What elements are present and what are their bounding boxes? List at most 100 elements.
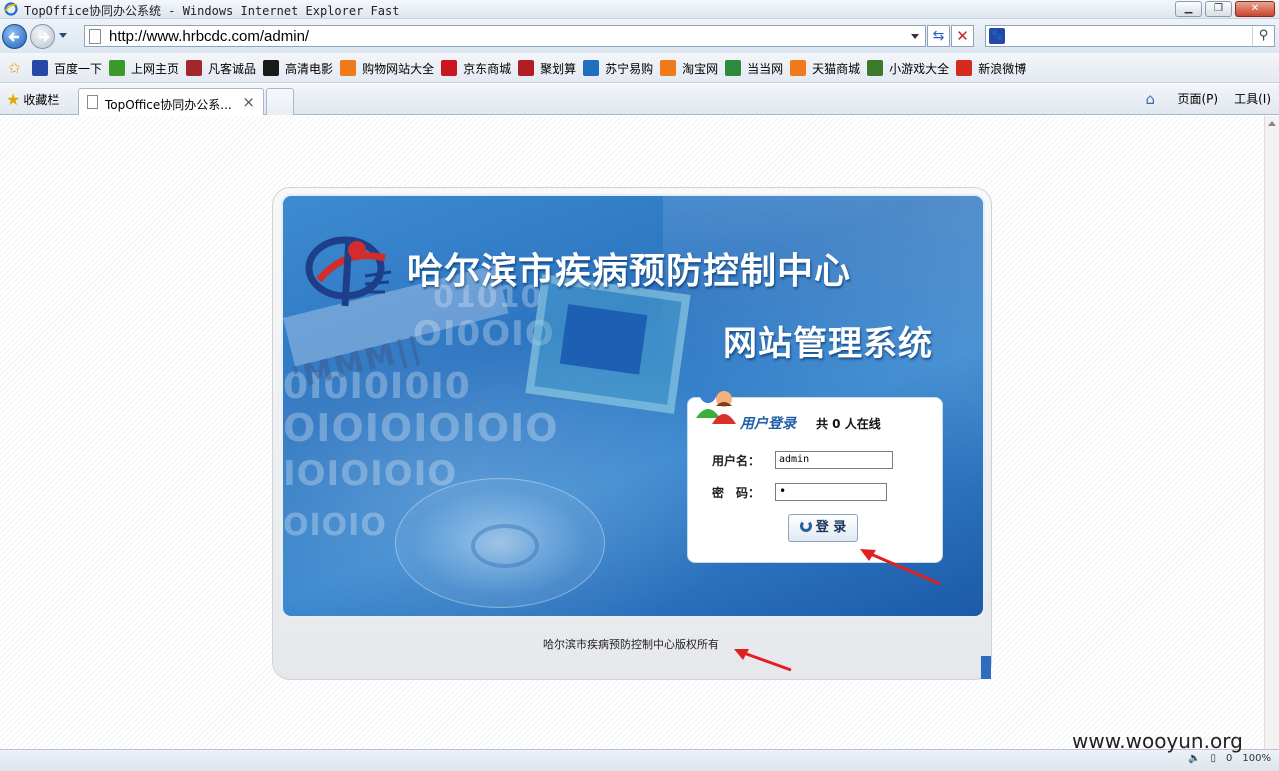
binary-decoration: IOIOIOIO — [283, 454, 458, 494]
watermark-text: www.wooyun.org — [1072, 729, 1243, 753]
close-tab-icon[interactable]: × — [242, 93, 255, 111]
tab-topoffice[interactable]: TopOffice协同办公系... × — [78, 88, 264, 115]
binary-decoration: OIOIOIOIOIO — [283, 406, 559, 450]
tools-menu[interactable]: 工具(I) — [1234, 90, 1271, 107]
favorites-links: ✩ 百度一下 上网主页 凡客诚品 高清电影 购物网站大全 京东商城 聚划算 苏宁易购 淘宝网 当当… — [8, 59, 1033, 77]
suning-icon — [583, 60, 600, 76]
baidu-icon — [32, 60, 48, 76]
address-bar[interactable]: http://www.hrbcdc.com/admin/ — [84, 25, 926, 47]
blue-marker — [981, 656, 991, 679]
jd-icon — [441, 60, 458, 76]
stop-icon: ✕ — [956, 27, 969, 45]
page-status-icon: ▯ — [1210, 753, 1217, 764]
favorites-label: 收藏栏 — [23, 93, 60, 107]
download-count: 0 — [1226, 753, 1233, 764]
address-url[interactable]: http://www.hrbcdc.com/admin/ — [109, 28, 309, 45]
window-titlebar: TopOffice协同办公系统 - Windows Internet Explo… — [0, 0, 1279, 19]
favorite-link-label: 高清电影 — [285, 61, 334, 76]
login-form: 用户登录 共 0 人在线 用户名： admin 密 码： • 登 录 — [687, 387, 943, 563]
new-tab-button[interactable] — [266, 88, 294, 115]
banner-subtitle: 网站管理系统 — [723, 324, 933, 364]
favorite-link[interactable]: 小游戏大全 — [867, 60, 949, 77]
favorite-link-label: 淘宝网 — [682, 61, 719, 76]
baidu-search-provider-icon[interactable]: 🐾 — [989, 28, 1005, 44]
login-button[interactable]: 登 录 — [788, 514, 858, 542]
favorite-link[interactable]: 上网主页 — [109, 60, 179, 77]
juhuasuan-icon — [518, 60, 535, 76]
page-viewport: 01010 OI0OIO 0I0I0I0I0 OIOIOIOIOIO IOIOI… — [0, 116, 1264, 749]
login-button-label: 登 录 — [815, 520, 847, 535]
online-count: 共 0 人在线 — [816, 417, 881, 431]
command-bar: ⌂ 页面(P) 工具(I) — [1145, 90, 1271, 107]
favorite-link[interactable]: 凡客诚品 — [186, 60, 256, 77]
binary-decoration: OIOIO — [283, 508, 387, 543]
username-input[interactable]: admin — [775, 451, 893, 469]
zoom-level[interactable]: 100% — [1242, 753, 1271, 764]
window-controls: ▁ ❐ ✕ — [1175, 1, 1275, 17]
minimize-icon: ▁ — [1184, 3, 1193, 14]
weibo-icon — [956, 60, 973, 76]
favorites-center-button[interactable]: ★ 收藏栏 — [6, 90, 59, 109]
vertical-scrollbar[interactable] — [1264, 116, 1279, 749]
annotation-arrow — [860, 549, 941, 586]
refresh-icon: ⇆ — [932, 28, 945, 44]
favorite-link-label: 上网主页 — [131, 61, 180, 76]
favorite-link[interactable]: 百度一下 — [32, 60, 102, 77]
close-window-button[interactable]: ✕ — [1235, 1, 1275, 17]
favorite-link[interactable]: 新浪微博 — [956, 60, 1026, 77]
arrow-left-icon — [8, 32, 19, 42]
password-input[interactable]: • — [775, 483, 887, 501]
window-title: TopOffice协同办公系统 - Windows Internet Explo… — [24, 4, 400, 18]
forward-button[interactable] — [30, 24, 55, 49]
close-icon: ✕ — [1250, 3, 1260, 14]
address-dropdown-icon[interactable] — [911, 34, 919, 39]
login-heading: 用户登录 — [740, 416, 796, 432]
search-icon[interactable]: ⚲ — [1252, 26, 1274, 46]
favorite-link-label: 当当网 — [747, 61, 784, 76]
username-label: 用户名： — [712, 454, 761, 468]
tab-bar: ★ 收藏栏 TopOffice协同办公系... × ⌂ 页面(P) 工具(I) — [0, 84, 1279, 115]
login-icon — [799, 520, 812, 532]
vancl-icon — [186, 60, 203, 76]
favorites-star-icon: ★ — [6, 90, 21, 109]
tmall-icon — [790, 60, 807, 76]
sound-icon[interactable]: 🔈 — [1188, 753, 1200, 764]
password-label: 密 码： — [712, 486, 761, 500]
back-button[interactable] — [2, 24, 27, 49]
dangdang-icon — [725, 60, 742, 76]
home-icon[interactable]: ⌂ — [1145, 91, 1161, 107]
minimize-button[interactable]: ▁ — [1175, 1, 1202, 17]
stop-button[interactable]: ✕ — [951, 25, 974, 47]
favorites-bar: ✩ 百度一下 上网主页 凡客诚品 高清电影 购物网站大全 京东商城 聚划算 苏宁易购 淘宝网 当当… — [0, 53, 1279, 83]
scroll-up-icon[interactable] — [1268, 121, 1276, 126]
copyright-text: 哈尔滨市疾病预防控制中心版权所有 — [543, 638, 719, 651]
monitor-decoration — [525, 274, 691, 414]
add-favorite-icon[interactable]: ✩ — [8, 59, 26, 77]
history-dropdown-icon[interactable] — [59, 33, 67, 38]
favorite-link[interactable]: 苏宁易购 — [583, 60, 653, 77]
restore-button[interactable]: ❐ — [1205, 1, 1232, 17]
favorite-link[interactable]: 淘宝网 — [660, 60, 718, 77]
favorite-link-label: 京东商城 — [463, 61, 512, 76]
favorite-link-label: 购物网站大全 — [362, 61, 435, 76]
refresh-button[interactable]: ⇆ — [927, 25, 950, 47]
favorite-link-label: 小游戏大全 — [889, 61, 950, 76]
tab-title: TopOffice协同办公系... — [105, 98, 232, 112]
restore-icon: ❐ — [1214, 3, 1223, 14]
page-menu[interactable]: 页面(P) — [1177, 90, 1218, 107]
favorite-link[interactable]: 购物网站大全 — [340, 60, 434, 77]
favorite-link[interactable]: 聚划算 — [518, 60, 576, 77]
favorite-link-label: 聚划算 — [540, 61, 577, 76]
users-icon — [696, 387, 736, 424]
favorite-link[interactable]: 天猫商城 — [790, 60, 860, 77]
favorite-link-label: 苏宁易购 — [605, 61, 654, 76]
banner-title: 哈尔滨市疾病预防控制中心 — [407, 251, 852, 292]
favorite-link[interactable]: 京东商城 — [441, 60, 511, 77]
favorite-link[interactable]: 当当网 — [725, 60, 783, 77]
page-icon — [87, 95, 98, 109]
cdc-logo-icon — [305, 236, 392, 307]
taobao-icon — [660, 60, 677, 76]
search-box[interactable]: 🐾 ⚲ — [985, 25, 1275, 47]
favorite-link[interactable]: 高清电影 — [263, 60, 333, 77]
annotation-arrow — [734, 649, 792, 672]
